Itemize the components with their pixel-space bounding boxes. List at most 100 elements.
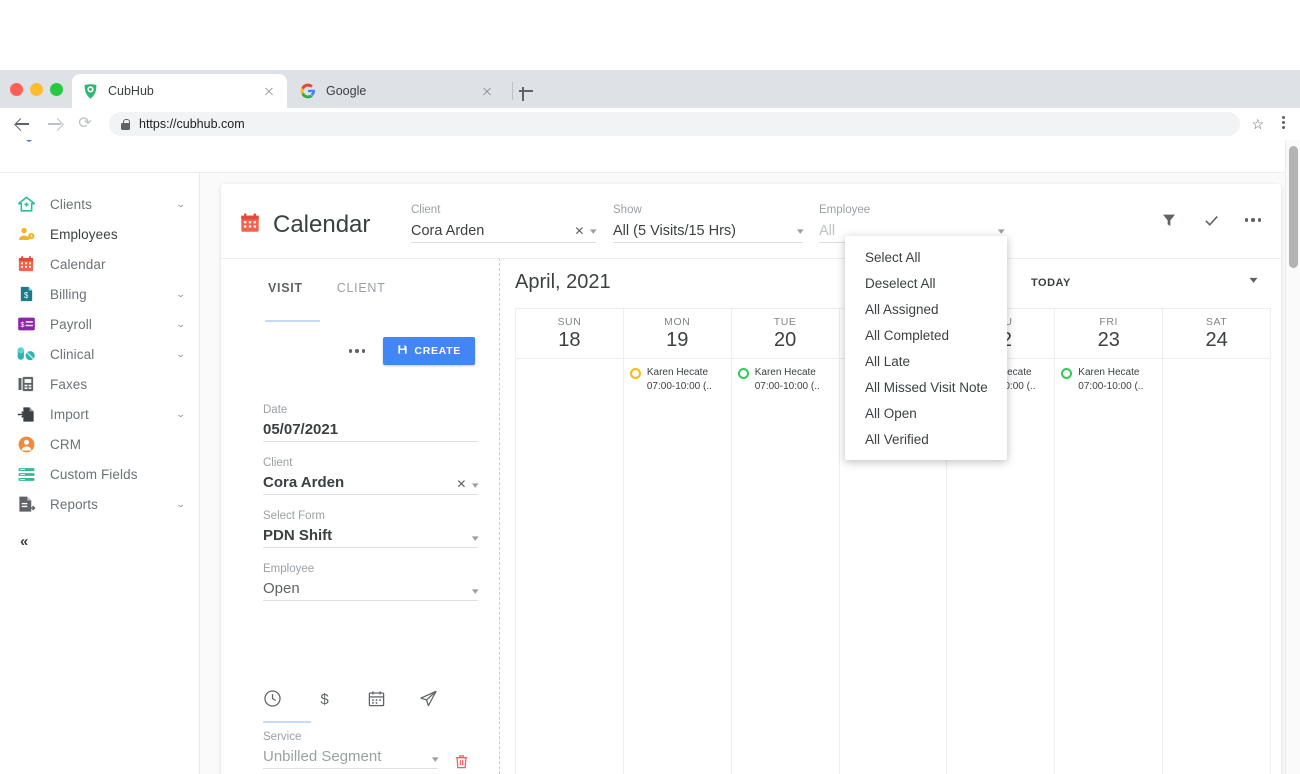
house-icon bbox=[16, 194, 36, 214]
chevron-down-icon[interactable]: ▾ bbox=[472, 480, 479, 491]
window-controls[interactable] bbox=[10, 83, 63, 96]
chevron-down-icon[interactable]: ▾ bbox=[472, 586, 479, 597]
clock-icon[interactable] bbox=[263, 689, 282, 713]
chevron-down-icon[interactable]: ▾ bbox=[998, 226, 1005, 237]
service-field-label: Service bbox=[263, 731, 302, 743]
back-button[interactable] bbox=[12, 114, 32, 134]
bookmark-icon[interactable]: ☆ bbox=[1251, 116, 1264, 133]
sidebar-item-billing[interactable]: $ Billing ⌄ bbox=[0, 279, 199, 309]
calendar-card: Calendar Client Cora Arden ✕ ▾ Show All … bbox=[221, 184, 1281, 774]
sidebar-item-label: Employees bbox=[50, 226, 118, 242]
employee-field[interactable]: Employee Open ▾ bbox=[263, 563, 479, 601]
page-scrollbar[interactable] bbox=[1285, 140, 1300, 774]
calendar-column-fri[interactable]: FRI 23 Karen Hecate 07:00-10:00 (.. bbox=[1055, 309, 1164, 774]
calendar-column-mon[interactable]: MON 19 Karen Hecate 07:00-10:00 (.. bbox=[623, 309, 732, 774]
maximize-window-button[interactable] bbox=[50, 83, 63, 96]
menu-item-all-late[interactable]: All Late bbox=[845, 348, 1007, 374]
menu-item-all-verified[interactable]: All Verified bbox=[845, 426, 1007, 452]
menu-item-select-all[interactable]: Select All bbox=[845, 244, 1007, 270]
sidebar-item-employees[interactable]: Employees bbox=[0, 219, 199, 249]
browser-menu-icon[interactable] bbox=[1282, 114, 1286, 131]
event-text: Karen Hecate 07:00-10:00 (.. bbox=[647, 366, 712, 394]
chevron-down-icon[interactable]: ▾ bbox=[590, 226, 597, 237]
select-form-field[interactable]: Select Form PDN Shift ▾ bbox=[263, 510, 479, 548]
calendar-event[interactable]: Karen Hecate 07:00-10:00 (.. bbox=[624, 359, 731, 394]
chevron-down-icon[interactable]: ▾ bbox=[472, 533, 479, 544]
sidebar-item-calendar[interactable]: Calendar bbox=[0, 249, 199, 279]
calendar-icon[interactable] bbox=[367, 689, 386, 713]
minimize-window-button[interactable] bbox=[30, 83, 43, 96]
sidebar-item-label: Clients bbox=[50, 196, 92, 212]
calendar-event[interactable]: Karen Hecate 07:00-10:00 (.. bbox=[732, 359, 839, 394]
sidebar-item-faxes[interactable]: Faxes bbox=[0, 369, 199, 399]
event-text: Karen Hecate 07:00-10:00 (.. bbox=[1078, 366, 1143, 394]
chevron-down-icon[interactable]: ⌄ bbox=[176, 349, 186, 360]
chevron-down-icon[interactable]: ⌄ bbox=[176, 289, 186, 300]
calendar-column-tue[interactable]: TUE 20 Karen Hecate 07:00-10:00 (.. bbox=[731, 309, 840, 774]
dollar-icon[interactable]: $ bbox=[315, 689, 334, 713]
forward-button[interactable] bbox=[44, 114, 64, 134]
tab-visit[interactable]: VISIT bbox=[268, 281, 303, 295]
panel-more-icon[interactable] bbox=[348, 349, 366, 353]
today-button[interactable]: TODAY bbox=[1031, 277, 1071, 289]
trash-icon[interactable] bbox=[453, 753, 470, 774]
close-icon[interactable] bbox=[479, 83, 495, 99]
sidebar-item-import[interactable]: Import ⌄ bbox=[0, 399, 199, 429]
new-tab-button[interactable] bbox=[516, 81, 536, 101]
url-text: https://cubhub.com bbox=[139, 117, 245, 131]
sidebar-item-label: Billing bbox=[50, 286, 87, 302]
close-icon[interactable] bbox=[261, 83, 277, 99]
browser-tab-google[interactable]: Google bbox=[290, 74, 505, 108]
sidebar-item-clinical[interactable]: Clinical ⌄ bbox=[0, 339, 199, 369]
calendar-column-sat[interactable]: SAT 24 bbox=[1163, 309, 1271, 774]
scrollbar-thumb[interactable] bbox=[1289, 146, 1298, 268]
clear-icon[interactable]: ✕ bbox=[574, 224, 584, 238]
send-icon[interactable] bbox=[419, 689, 438, 713]
sidebar-item-payroll[interactable]: $ Payroll ⌄ bbox=[0, 309, 199, 339]
filter-icon[interactable] bbox=[1159, 210, 1179, 230]
url-bar[interactable]: https://cubhub.com bbox=[109, 112, 1240, 136]
browser-tab-title: CubHub bbox=[108, 84, 154, 98]
calendar-column-header: FRI 23 bbox=[1055, 309, 1163, 359]
calendar-event[interactable]: Karen Hecate 07:00-10:00 (.. bbox=[1055, 359, 1162, 394]
tab-client[interactable]: CLIENT bbox=[337, 281, 386, 295]
chevron-down-icon[interactable]: ⌄ bbox=[176, 319, 186, 330]
menu-item-all-assigned[interactable]: All Assigned bbox=[845, 296, 1007, 322]
status-badge bbox=[737, 368, 749, 379]
show-filter[interactable]: Show All (5 Visits/15 Hrs) ▾ bbox=[613, 204, 804, 243]
chevron-down-icon[interactable]: ⌄ bbox=[176, 499, 186, 510]
view-chevron-down-icon[interactable]: ▾ bbox=[1249, 275, 1257, 286]
menu-item-all-completed[interactable]: All Completed bbox=[845, 322, 1007, 348]
calendar-column-sun[interactable]: SUN 18 bbox=[516, 309, 624, 774]
menu-item-all-missed-visit-note[interactable]: All Missed Visit Note bbox=[845, 374, 1007, 400]
sidebar-collapse-button[interactable]: « bbox=[0, 519, 199, 550]
sidebar-item-label: Import bbox=[50, 406, 89, 422]
chevron-down-icon[interactable]: ⌄ bbox=[176, 409, 186, 420]
sidebar-item-crm[interactable]: CRM bbox=[0, 429, 199, 459]
sidebar-item-reports[interactable]: Reports ⌄ bbox=[0, 489, 199, 519]
more-icon[interactable] bbox=[1243, 210, 1263, 230]
browser-tab-cubhub[interactable]: CubHub bbox=[72, 74, 287, 108]
close-window-button[interactable] bbox=[10, 83, 23, 96]
sidebar-item-custom-fields[interactable]: Custom Fields bbox=[0, 459, 199, 489]
chevron-down-icon[interactable]: ▾ bbox=[797, 226, 804, 237]
date-field-value: 05/07/2021 bbox=[263, 421, 339, 438]
menu-item-deselect-all[interactable]: Deselect All bbox=[845, 270, 1007, 296]
service-field[interactable]: Service Unbilled Segment ▾ bbox=[263, 731, 439, 769]
event-time: 07:00-10:00 (.. bbox=[754, 381, 820, 392]
check-icon[interactable] bbox=[1201, 210, 1221, 230]
client-filter[interactable]: Client Cora Arden ✕ ▾ bbox=[411, 204, 597, 243]
reload-icon[interactable]: ⟳ bbox=[75, 114, 95, 134]
sidebar-item-clients[interactable]: Clients ⌄ bbox=[0, 189, 199, 219]
client-field[interactable]: Client Cora Arden ✕ ▾ bbox=[263, 457, 479, 495]
date-field[interactable]: Date 05/07/2021 bbox=[263, 404, 478, 442]
create-button[interactable]: CREATE bbox=[383, 337, 475, 365]
employee-field-value: Open bbox=[263, 580, 300, 597]
day-number: 20 bbox=[774, 328, 797, 351]
clear-icon[interactable]: ✕ bbox=[456, 477, 466, 491]
chevron-down-icon[interactable]: ▾ bbox=[432, 754, 439, 765]
select-status-menu[interactable]: Select All Deselect All All Assigned All… bbox=[845, 236, 1007, 460]
header-toolbar bbox=[1159, 210, 1263, 230]
chevron-down-icon[interactable]: ⌄ bbox=[176, 199, 186, 210]
menu-item-all-open[interactable]: All Open bbox=[845, 400, 1007, 426]
